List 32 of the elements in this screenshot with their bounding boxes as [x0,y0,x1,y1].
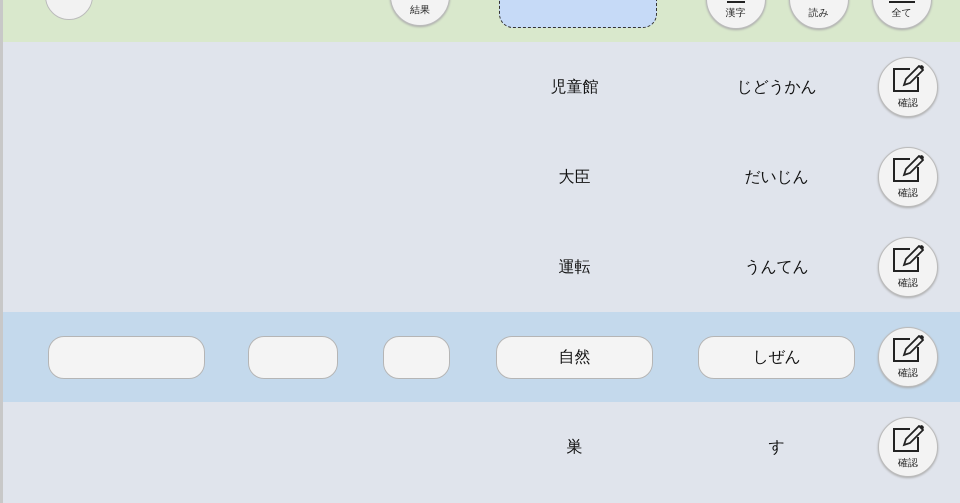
confirm-button[interactable]: 確認 [878,417,938,477]
show-all-button[interactable]: 全て [872,0,932,29]
filter-button[interactable]: 漢字 [706,0,766,29]
kanji-text: 運転 [558,256,592,278]
confirm-button[interactable]: 確認 [878,237,938,297]
reading-field[interactable]: しぜん [698,336,855,378]
filter-button[interactable]: 読み [788,0,848,29]
confirm-button[interactable]: 確認 [878,57,938,117]
input-field[interactable] [48,336,205,378]
edit-icon [892,64,924,92]
word-row[interactable]: 児童館 じどうかん 確認 [3,42,960,132]
kanji-text: 巣 [566,436,584,458]
reading-text: うんてん [744,256,810,278]
confirm-button[interactable]: 確認 [878,327,938,387]
reading-text: す [768,436,786,458]
edit-icon [892,334,924,362]
reading-text: じどうかん [736,76,818,98]
confirm-button[interactable]: 確認 [878,147,938,207]
input-field[interactable] [248,336,338,378]
result-button[interactable]: 結果 [390,0,450,26]
reading-text: だいじん [744,166,810,188]
input-field[interactable] [383,336,450,378]
word-row[interactable]: 巣 す 確認 [3,402,960,492]
selected-row[interactable]: 自然 しぜん 確認 [3,312,960,402]
kanji-text: 児童館 [550,76,600,98]
edit-icon [892,244,924,272]
word-row[interactable]: 大臣 だいじん 確認 [3,132,960,222]
edit-icon [892,154,924,182]
edit-icon [892,424,924,452]
word-row[interactable]: 運転 うんてん 確認 [3,222,960,312]
kanji-text: 大臣 [558,166,592,188]
kanji-field[interactable]: 自然 [496,336,653,378]
